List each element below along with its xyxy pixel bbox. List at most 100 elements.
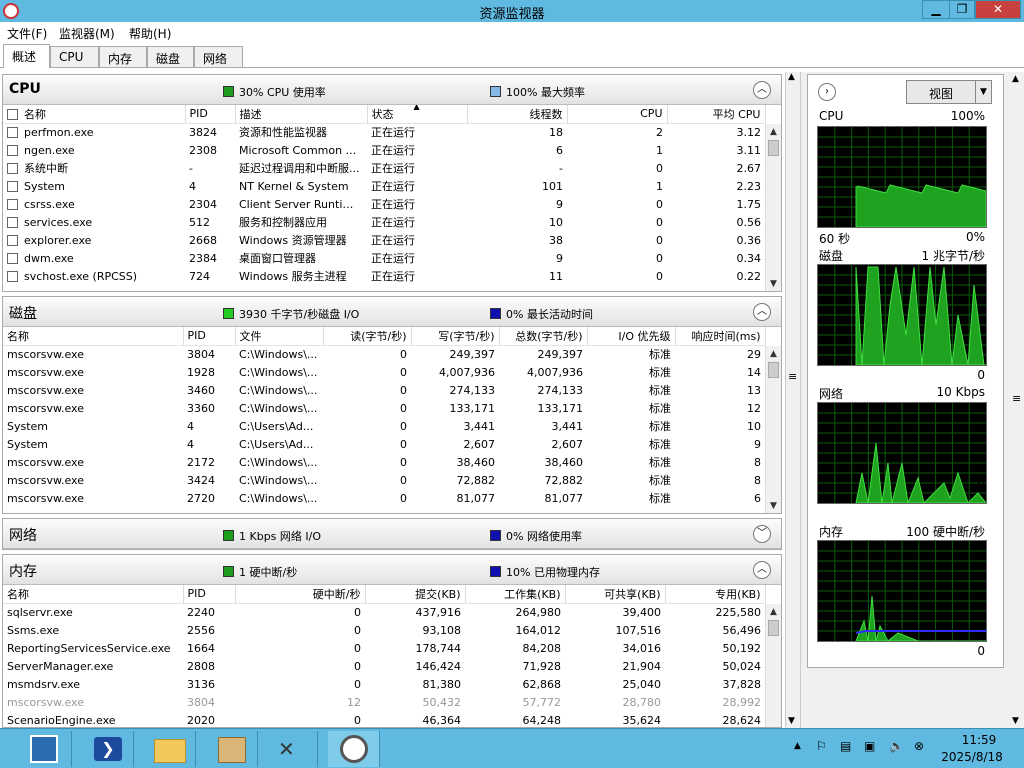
expand-chevron-icon[interactable]: ﹀ (753, 525, 771, 543)
table-row[interactable]: System 4 C:\Users\Ad... 0 3,441 3,441 标准 10 (3, 417, 765, 435)
column-header-name[interactable]: 名称 (3, 105, 186, 124)
splitter-grip-icon[interactable]: ≡ (788, 370, 797, 383)
column-header-private[interactable]: 专用(KB) (665, 585, 766, 604)
column-header-description[interactable]: 描述 (235, 105, 368, 124)
scroll-down-icon[interactable]: ▼ (1012, 716, 1019, 726)
table-row[interactable]: ScenarioEngine.exe 2020 0 46,364 64,248 35,62… (3, 711, 765, 727)
table-row[interactable]: services.exe 512 服务和控制器应用 正在运行 10 0 0.56 (3, 213, 765, 231)
scroll-up-icon[interactable]: ▲ (766, 604, 781, 620)
table-row[interactable]: csrss.exe 2304 Client Server Runtim... 正在运行… (3, 195, 765, 213)
minimize-button[interactable]: ▁ (922, 0, 950, 19)
scroll-up-icon[interactable]: ▲ (766, 124, 781, 140)
notification-icon[interactable]: ⊗ (914, 739, 924, 753)
collapse-chevron-icon[interactable]: ︿ (753, 81, 771, 99)
maximize-button[interactable]: ❐ (949, 0, 975, 19)
scroll-up-icon[interactable]: ▲ (766, 346, 781, 362)
table-row[interactable]: msmdsrv.exe 3136 0 81,380 62,868 25,040 37,828 (3, 675, 765, 693)
column-header-io-priority[interactable]: I/O 优先级 (587, 327, 676, 346)
row-checkbox[interactable] (7, 180, 18, 192)
table-row[interactable]: dwm.exe 2384 桌面窗口管理器 正在运行 9 0 0.34 (3, 249, 765, 267)
menu-file[interactable]: 文件(F) (7, 25, 47, 42)
column-header-cpu[interactable]: CPU (567, 105, 668, 124)
pane-splitter[interactable]: ▲ ≡ ▼ (785, 72, 801, 728)
column-header-working-set[interactable]: 工作集(KB) (465, 585, 566, 604)
scroll-down-icon[interactable]: ▼ (766, 498, 781, 513)
tab-network[interactable]: 网络 (194, 46, 243, 67)
row-checkbox[interactable] (7, 270, 18, 282)
collapse-chevron-icon[interactable]: ︿ (753, 303, 771, 321)
table-row[interactable]: mscorsvw.exe 2720 C:\Windows\... 0 81,077 81,… (3, 489, 765, 507)
row-checkbox[interactable] (7, 144, 18, 156)
row-checkbox[interactable] (7, 163, 18, 174)
table-row[interactable]: ngen.exe 2308 Microsoft Common ... 正在运行 6 1 3.… (3, 141, 765, 159)
memory-table-scrollbar[interactable]: ▲ (765, 604, 781, 727)
table-row[interactable]: mscorsvw.exe 3360 C:\Windows\... 0 133,171 13… (3, 399, 765, 417)
package-icon[interactable] (206, 731, 258, 767)
column-header-file[interactable]: 文件 (235, 327, 324, 346)
column-header-shareable[interactable]: 可共享(KB) (565, 585, 666, 604)
table-row[interactable]: mscorsvw.exe 3460 C:\Windows\... 0 274,133 27… (3, 381, 765, 399)
memory-section-header[interactable]: 内存 1 硬中断/秒 10% 已用物理内存 ︿ (3, 555, 781, 585)
tools-icon[interactable]: ✕ (266, 731, 318, 767)
row-checkbox[interactable] (7, 126, 18, 138)
column-header-name[interactable]: 名称 (3, 327, 184, 346)
show-hidden-icons-icon[interactable]: ▲ (794, 741, 801, 751)
column-header-response-time[interactable]: 响应时间(ms) (675, 327, 766, 346)
table-row[interactable]: svchost.exe (RPCSS) 724 Windows 服务主进程 正在运行 1… (3, 267, 765, 285)
menu-monitor[interactable]: 监视器(M) (59, 25, 115, 42)
menu-help[interactable]: 帮助(H) (129, 25, 171, 42)
tab-memory[interactable]: 内存 (99, 46, 147, 67)
clock-time[interactable]: 11:59 (954, 733, 1004, 747)
network-section-header[interactable]: 网络 1 Kbps 网络 I/O 0% 网络使用率 ﹀ (3, 519, 781, 549)
column-header-pid[interactable]: PID (183, 585, 236, 604)
scroll-thumb[interactable] (768, 620, 779, 636)
column-header-write[interactable]: 写(字节/秒) (411, 327, 500, 346)
table-row[interactable]: Ssms.exe 2556 0 93,108 164,012 107,516 56,496 (3, 621, 765, 639)
scroll-up-icon[interactable]: ▲ (1012, 74, 1019, 84)
collapse-chevron-icon[interactable]: ︿ (753, 561, 771, 579)
server-icon[interactable]: ▤ (840, 739, 851, 753)
column-header-commit[interactable]: 提交(KB) (365, 585, 466, 604)
view-dropdown[interactable]: 视图 ▼ (906, 80, 992, 104)
table-row[interactable]: mscorsvw.exe 3804 12 50,432 57,772 28,780 28,9… (3, 693, 765, 711)
table-row[interactable]: 系统中断 - 延迟过程调用和中断服... 正在运行 -0 2.67 (3, 159, 765, 177)
scroll-down-icon[interactable]: ▼ (788, 716, 795, 726)
tab-cpu[interactable]: CPU (50, 46, 99, 67)
table-row[interactable]: System 4 C:\Users\Ad... 0 2,607 2,607 标准 9 (3, 435, 765, 453)
graph-pane-scrollbar[interactable]: ▲ ≡ ▼ (1010, 72, 1024, 728)
scroll-thumb[interactable] (768, 362, 779, 378)
table-row[interactable]: ServerManager.exe 2808 0 146,424 71,928 21,90… (3, 657, 765, 675)
column-header-avg-cpu[interactable]: 平均 CPU (667, 105, 766, 124)
disk-section-header[interactable]: 磁盘 3930 千字节/秒磁盘 I/O 0% 最长活动时间 ︿ (3, 297, 781, 327)
table-row[interactable]: perfmon.exe 3824 资源和性能监视器 正在运行 18 2 3.12 (3, 123, 765, 141)
table-row[interactable]: ReportingServicesService.exe 1664 0 178,744… (3, 639, 765, 657)
cpu-section-header[interactable]: CPU 30% CPU 使用率 100% 最大频率 ︿ (3, 75, 781, 105)
network-icon[interactable]: ▣ (864, 739, 875, 753)
column-header-name[interactable]: 名称 (3, 585, 184, 604)
table-row[interactable]: mscorsvw.exe 3804 C:\Windows\... 0 249,397 24… (3, 345, 765, 363)
scroll-down-icon[interactable]: ▼ (766, 276, 781, 291)
table-row[interactable]: mscorsvw.exe 3424 C:\Windows\... 0 72,882 72,… (3, 471, 765, 489)
row-checkbox[interactable] (7, 234, 18, 246)
column-header-status[interactable]: 状态 ▲ (367, 105, 468, 124)
table-row[interactable]: explorer.exe 2668 Windows 资源管理器 正在运行 38 0 0.36 (3, 231, 765, 249)
table-row[interactable]: mscorsvw.exe 2172 C:\Windows\... 0 38,460 38,… (3, 453, 765, 471)
column-header-pid[interactable]: PID (183, 327, 236, 346)
flag-icon[interactable]: ⚐ (816, 739, 827, 753)
server-manager-icon[interactable] (20, 731, 72, 767)
table-row[interactable]: sqlservr.exe 2240 0 437,916 264,980 39,400 225… (3, 603, 765, 621)
close-button[interactable]: ✕ (975, 0, 1021, 19)
select-all-checkbox[interactable] (7, 108, 18, 120)
table-row[interactable]: System 4 NT Kernel & System 正在运行 101 1 2.23 (3, 177, 765, 195)
expand-panel-icon[interactable]: › (818, 83, 836, 101)
clock-date[interactable]: 2025/8/18 (940, 750, 1004, 764)
column-header-hard-faults[interactable]: 硬中断/秒 (235, 585, 366, 604)
dropdown-arrow-icon[interactable]: ▼ (975, 81, 991, 103)
resource-monitor-icon[interactable] (328, 731, 380, 767)
tab-disk[interactable]: 磁盘 (147, 46, 194, 67)
tab-overview[interactable]: 概述 (3, 44, 50, 68)
column-header-threads[interactable]: 线程数 (467, 105, 568, 124)
volume-muted-icon[interactable]: 🔈 (889, 739, 904, 753)
row-checkbox[interactable] (7, 216, 18, 228)
powershell-icon[interactable]: ❯ (82, 731, 134, 767)
